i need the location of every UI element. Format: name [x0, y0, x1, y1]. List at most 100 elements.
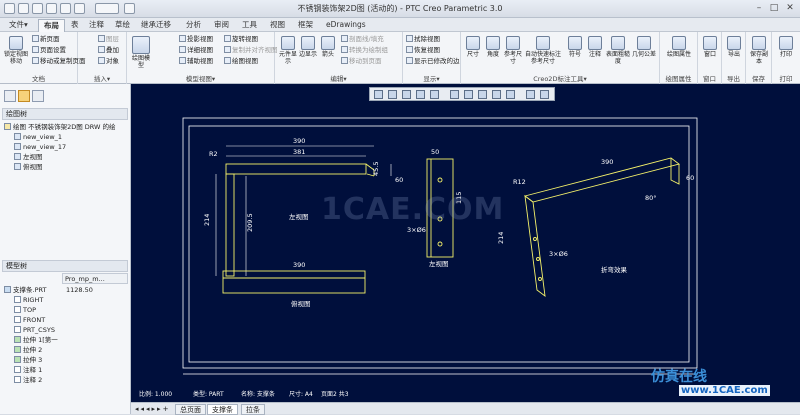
tree-item[interactable]: new_view_1	[4, 132, 128, 142]
tree-item[interactable]: 绘图 不锈钢装饰架2D图 DRW 的绘	[4, 122, 128, 132]
tab-analysis[interactable]: 分析	[181, 19, 206, 32]
drawing-view-button[interactable]: 绘图视图	[224, 57, 258, 65]
sheet-tab-pull[interactable]: 拉条	[241, 404, 265, 415]
dim-390: 390	[293, 137, 305, 145]
group-label: 窗口	[703, 75, 716, 83]
tab-layout[interactable]: 布局	[38, 19, 65, 32]
model-tree-item[interactable]: TOP	[4, 305, 62, 315]
minimize-icon[interactable]: –	[752, 2, 766, 15]
sheet-nav-arrows[interactable]: ◂◂◂▸▸+	[135, 405, 170, 413]
roughness-button[interactable]: 表面粗糙度	[605, 36, 631, 65]
save-copy-button[interactable]: 保存副本	[748, 36, 770, 65]
sheet-tab-support[interactable]: 支撑条	[207, 404, 238, 415]
copy-align-view-button[interactable]: 复制并对齐视图	[224, 46, 278, 54]
model-tree-item[interactable]: 拉伸 2	[4, 345, 62, 355]
tab-table[interactable]: 表	[66, 19, 84, 32]
arrow-button[interactable]: 箭头	[318, 36, 338, 58]
group-print: 打印 打印	[772, 32, 800, 84]
note-button[interactable]: 注释	[585, 36, 605, 58]
model-tree-item[interactable]: 注释 1	[4, 365, 62, 375]
tab-sketch[interactable]: 草绘	[110, 19, 135, 32]
dim-iso-holes: 3×Ø6	[549, 250, 568, 258]
view-label-top: 俯视图	[291, 299, 311, 308]
geometric-tolerance-button[interactable]: 几何公差	[631, 36, 657, 58]
ref-dim-button[interactable]: 参考尺寸	[503, 36, 523, 65]
tab-file[interactable]: 文件▾	[4, 19, 33, 32]
model-tree-item[interactable]: FRONT	[4, 315, 62, 325]
new-sheet-button[interactable]: 新页面	[32, 35, 60, 43]
group-creo2d: 尺寸 角度 参考尺寸 自动快速标注参考尺寸 符号 注释 表面粗糙度 几何公差 C…	[461, 32, 660, 84]
drawing-model-button[interactable]: 绘图模型	[130, 36, 152, 69]
tab-annotate[interactable]: 注释	[84, 19, 109, 32]
tab-review[interactable]: 审阅	[209, 19, 234, 32]
window-button[interactable]: 窗口	[700, 36, 720, 58]
erase-view-button[interactable]: 拭除视图	[406, 35, 440, 43]
sheet-tab-all[interactable]: 总页面	[175, 404, 206, 415]
object-button[interactable]: 对象	[98, 57, 119, 65]
resume-view-button[interactable]: 恢复视图	[406, 46, 440, 54]
view-label-front: 左视图	[429, 259, 449, 268]
tree-item[interactable]: new_view_17	[4, 142, 128, 152]
tree-tab-icon[interactable]	[4, 90, 16, 102]
auto-dim-button[interactable]: 自动快速标注参考尺寸	[523, 36, 563, 65]
repaint-icon[interactable]	[416, 90, 425, 99]
page-setup-button[interactable]: 页面设置	[32, 46, 66, 54]
model-tree-item[interactable]: 拉伸 1[第一	[4, 335, 62, 345]
point-display-icon[interactable]	[492, 90, 501, 99]
graphics-window[interactable]: 390 381 214 209.5 60 45.5 R2 左视图 50 3×Ø6…	[131, 84, 800, 402]
tree-item[interactable]: 俯视图	[4, 162, 128, 172]
tree-item[interactable]: 左视图	[4, 152, 128, 162]
view-label-iso: 折弯效果	[601, 265, 628, 274]
refit-icon[interactable]	[374, 90, 383, 99]
csys-display-icon[interactable]	[506, 90, 515, 99]
favorites-tab-icon[interactable]	[32, 90, 44, 102]
edge-display-button[interactable]: 边显示	[298, 36, 318, 58]
tab-legacy[interactable]: 继承迁移	[136, 19, 176, 32]
sheet-properties-button[interactable]: 绘图属性	[664, 36, 694, 58]
lock-view-button[interactable]: 锁定视图移动	[2, 36, 30, 65]
datum-display-icon[interactable]	[450, 90, 459, 99]
tab-tools[interactable]: 工具	[237, 19, 262, 32]
dimension-button[interactable]: 尺寸	[463, 36, 483, 58]
layer-button[interactable]: 图层	[98, 35, 119, 43]
sheet-settings-icon[interactable]	[540, 90, 549, 99]
model-tree-item[interactable]: RIGHT	[4, 295, 62, 305]
group-label: 绘图属性	[665, 75, 692, 83]
plane-display-icon[interactable]	[464, 90, 473, 99]
move-to-sheet-button[interactable]: 移动到页面	[341, 57, 382, 65]
group-edit: 元件显示 边显示 箭头 剖面线/填充 转换为绘制组 移动到页面 编辑▾	[275, 32, 403, 84]
tab-edrawings[interactable]: eDrawings	[321, 19, 371, 32]
group-window: 窗口 窗口	[698, 32, 722, 84]
print-button[interactable]: 打印	[776, 36, 796, 58]
close-icon[interactable]: ✕	[783, 2, 797, 15]
display-style-icon[interactable]	[430, 90, 439, 99]
model-tree-item[interactable]: 拉伸 3	[4, 355, 62, 365]
drawing-tree: 绘图 不锈钢装饰架2D图 DRW 的绘 new_view_1 new_view_…	[4, 122, 128, 172]
axis-display-icon[interactable]	[478, 90, 487, 99]
dim-60: 60	[395, 176, 403, 184]
model-tree-item[interactable]: 注释 2	[4, 375, 62, 385]
projection-view-button[interactable]: 投影视图	[179, 35, 213, 43]
maximize-icon[interactable]: □	[767, 2, 781, 15]
model-tree-item[interactable]: 支撑条.PRT	[4, 285, 62, 295]
rotate-view-button[interactable]: 旋转视图	[224, 35, 258, 43]
tab-frame[interactable]: 框架	[293, 19, 318, 32]
hatch-button[interactable]: 剖面线/填充	[341, 35, 384, 43]
folder-tab-icon[interactable]	[18, 90, 30, 102]
zoom-out-icon[interactable]	[402, 90, 411, 99]
zoom-in-icon[interactable]	[388, 90, 397, 99]
show-modified-edges-button[interactable]: 显示已修改的边	[406, 57, 460, 65]
sheet-tabs-bar: ◂◂◂▸▸+ 总页面 支撑条 拉条	[131, 402, 800, 415]
auxiliary-view-button[interactable]: 辅助视图	[179, 57, 213, 65]
angle-button[interactable]: 角度	[483, 36, 503, 58]
symbol-button[interactable]: 符号	[565, 36, 585, 58]
top-view	[222, 270, 366, 294]
model-tree-item[interactable]: PRT_CSYS	[4, 325, 62, 335]
overlay-button[interactable]: 叠加	[98, 46, 119, 54]
component-display-button[interactable]: 元件显示	[278, 36, 298, 65]
export-button[interactable]: 导出	[724, 36, 744, 58]
detailed-view-button[interactable]: 详细视图	[179, 46, 213, 54]
convert-group-button[interactable]: 转换为绘制组	[341, 46, 388, 54]
tab-view[interactable]: 视图	[265, 19, 290, 32]
annotation-display-icon[interactable]	[526, 90, 535, 99]
